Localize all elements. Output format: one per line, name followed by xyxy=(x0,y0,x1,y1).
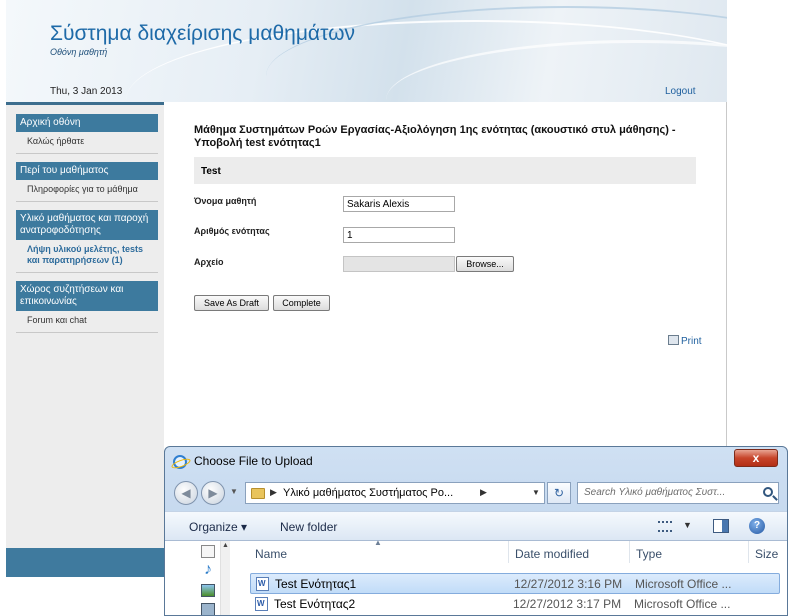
recent-locations-dropdown[interactable]: ▼ xyxy=(230,487,238,496)
sidebar-item-course-info[interactable]: Πληροφορίες για το μάθημα xyxy=(16,180,158,202)
sidebar-heading-material[interactable]: Υλικό μαθήματος και παροχή ανατροφοδότησ… xyxy=(16,210,158,240)
dialog-title: Choose File to Upload xyxy=(194,454,313,468)
column-divider[interactable] xyxy=(629,541,630,563)
view-dropdown-icon[interactable]: ▼ xyxy=(683,520,692,530)
print-link[interactable]: Print xyxy=(668,335,702,347)
dialog-titlebar[interactable]: Choose File to Upload x xyxy=(165,447,787,477)
organize-menu[interactable]: Organize ▾ xyxy=(189,520,247,534)
search-icon[interactable] xyxy=(763,487,773,497)
sidebar-heading-home[interactable]: Αρχική οθόνη xyxy=(16,114,158,132)
section-header: Test xyxy=(194,157,696,184)
student-name-label: Όνομα μαθητή xyxy=(194,196,257,206)
forward-button[interactable]: ▶ xyxy=(201,481,225,505)
column-divider[interactable] xyxy=(748,541,749,563)
file-date: 12/27/2012 3:17 PM xyxy=(513,597,622,611)
word-document-icon xyxy=(255,597,268,611)
unit-number-label: Αριθμός ενότητας xyxy=(194,226,270,236)
folder-icon xyxy=(251,488,265,499)
student-name-input[interactable]: Sakaris Alexis xyxy=(343,196,455,212)
sidebar-heading-discussion[interactable]: Χώρος συζητήσεων και επικοινωνίας xyxy=(16,281,158,311)
file-name: Test Ενότητας1 xyxy=(275,577,357,591)
sidebar-item-downloads[interactable]: Λήψη υλικού μελέτης, tests και παρατηρήσ… xyxy=(16,240,158,273)
dialog-navigation: ◀ ▶ ▼ ▶ Υλικό μαθήματος Συστήματος Ρο...… xyxy=(165,477,787,511)
address-dropdown-icon[interactable]: ▼ xyxy=(532,488,540,497)
pictures-icon[interactable] xyxy=(201,584,215,597)
site-subtitle: Οθόνη μαθητή xyxy=(50,47,108,57)
search-placeholder: Search Υλικό μαθήματος Συστ... xyxy=(584,487,726,498)
dialog-toolbar: Organize ▾ New folder ▼ ? xyxy=(165,511,787,541)
browse-button[interactable]: Browse... xyxy=(456,256,514,272)
sidebar-item-welcome[interactable]: Καλώς ήρθατε xyxy=(16,132,158,154)
printer-icon xyxy=(668,335,679,345)
refresh-button[interactable]: ↻ xyxy=(547,482,571,504)
address-path[interactable]: Υλικό μαθήματος Συστήματος Ρο... xyxy=(283,487,453,499)
file-name: Test Ενότητας2 xyxy=(274,597,356,611)
documents-icon[interactable] xyxy=(201,545,215,558)
column-header-date[interactable]: Date modified xyxy=(515,547,589,561)
navigation-pane: ♪ xyxy=(170,541,230,615)
sort-ascending-icon: ▲ xyxy=(374,538,382,547)
videos-icon[interactable] xyxy=(201,603,215,615)
column-header-size[interactable]: Size xyxy=(755,547,778,561)
current-date: Thu, 3 Jan 2013 xyxy=(50,86,123,97)
internet-explorer-icon xyxy=(173,455,187,469)
column-divider[interactable] xyxy=(508,541,509,563)
page-title: Μάθημα Συστημάτων Ροών Εργασίας-Αξιολόγη… xyxy=(194,124,676,149)
file-upload-dialog: Choose File to Upload x ◀ ▶ ▼ ▶ Υλικό μα… xyxy=(164,446,788,616)
word-document-icon xyxy=(256,577,269,591)
sidebar: Αρχική οθόνη Καλώς ήρθατε Περί του μαθήμ… xyxy=(6,102,164,548)
unit-number-input[interactable]: 1 xyxy=(343,227,455,243)
file-type: Microsoft Office ... xyxy=(634,597,731,611)
file-row[interactable]: Test Ενότητας2 12/27/2012 3:17 PM Micros… xyxy=(250,594,780,615)
file-type: Microsoft Office ... xyxy=(635,577,732,591)
site-title: Σύστημα διαχείρισης μαθημάτων xyxy=(50,22,355,45)
logout-link[interactable]: Logout xyxy=(665,86,696,97)
address-bar[interactable]: ▶ Υλικό μαθήματος Συστήματος Ρο... ▶ ▼ xyxy=(245,482,545,504)
main-content: Μάθημα Συστημάτων Ροών Εργασίας-Αξιολόγη… xyxy=(194,124,704,311)
file-date: 12/27/2012 3:16 PM xyxy=(514,577,623,591)
save-draft-button[interactable]: Save As Draft xyxy=(194,295,269,311)
file-row[interactable]: Test Ενότητας1 12/27/2012 3:16 PM Micros… xyxy=(250,573,780,594)
new-folder-button[interactable]: New folder xyxy=(280,520,337,534)
breadcrumb-chevron-icon[interactable]: ▶ xyxy=(480,487,487,498)
print-label: Print xyxy=(681,336,702,347)
sidebar-item-forum[interactable]: Forum και chat xyxy=(16,311,158,333)
column-header-name[interactable]: Name xyxy=(255,547,287,561)
breadcrumb-chevron-icon[interactable]: ▶ xyxy=(270,487,277,498)
close-button[interactable]: x xyxy=(734,449,778,467)
complete-button[interactable]: Complete xyxy=(273,295,330,311)
help-icon[interactable]: ? xyxy=(749,518,765,534)
column-header-type[interactable]: Type xyxy=(636,547,662,561)
sidebar-heading-about[interactable]: Περί του μαθήματος xyxy=(16,162,158,180)
music-icon[interactable]: ♪ xyxy=(201,562,215,578)
preview-pane-icon[interactable] xyxy=(713,519,729,533)
navigation-scrollbar[interactable] xyxy=(220,541,230,615)
file-browser: ♪ ▲ Name Date modified Type Size Test Εν… xyxy=(165,538,787,615)
search-input[interactable]: Search Υλικό μαθήματος Συστ... xyxy=(577,482,779,504)
site-banner: Σύστημα διαχείρισης μαθημάτων Οθόνη μαθη… xyxy=(6,0,727,102)
back-button[interactable]: ◀ xyxy=(174,481,198,505)
file-path-field[interactable] xyxy=(343,256,455,272)
sidebar-menu: Αρχική οθόνη Καλώς ήρθατε Περί του μαθήμ… xyxy=(16,114,158,341)
file-label: Αρχείο xyxy=(194,257,224,267)
view-options-icon[interactable] xyxy=(658,521,672,532)
